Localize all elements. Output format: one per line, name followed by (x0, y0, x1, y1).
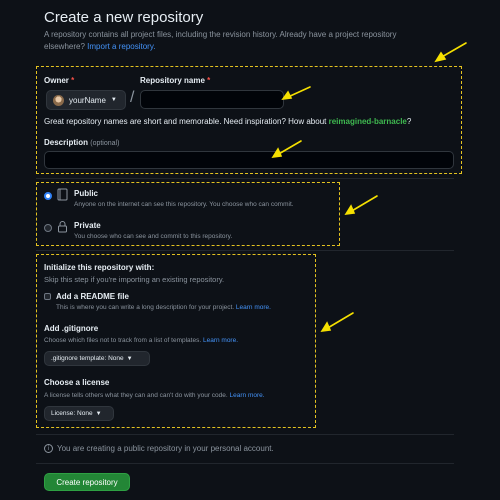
arrow-icon (281, 86, 311, 101)
arrow-icon (344, 195, 378, 216)
annotation-arrows (271, 42, 467, 333)
arrow-icon (320, 312, 354, 333)
arrow-icon (271, 140, 302, 159)
arrow-icon (434, 42, 467, 63)
